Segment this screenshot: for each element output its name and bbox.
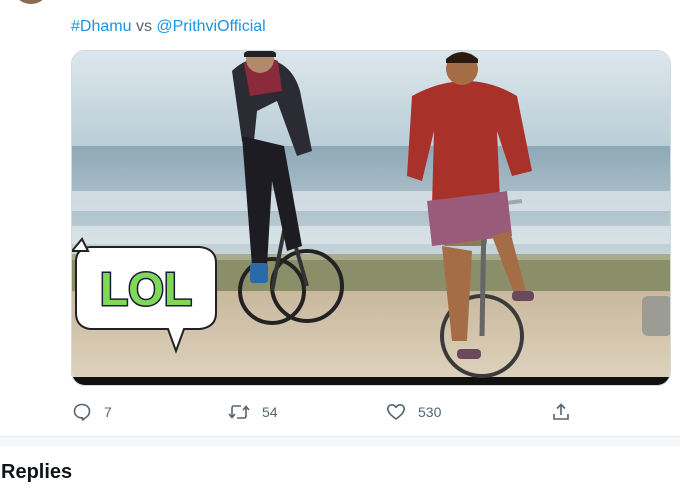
hashtag-link[interactable]: #Dhamu [71, 18, 131, 35]
tweet-media-image[interactable]: LOL [71, 50, 671, 386]
tweet-connector-text: vs [135, 18, 152, 35]
like-count: 530 [418, 404, 442, 420]
share-icon [553, 403, 569, 420]
like-button[interactable]: 530 [386, 398, 441, 426]
reply-count: 7 [104, 404, 112, 420]
tweet-actions: 7 54 530 [0, 398, 680, 426]
retweet-button[interactable]: 54 [228, 398, 278, 426]
heart-icon [387, 404, 405, 420]
mention-link[interactable]: @PrithviOfficial [156, 18, 265, 35]
reply-button[interactable]: 7 [72, 398, 112, 426]
share-button[interactable] [551, 398, 571, 426]
retweet-count: 54 [262, 404, 278, 420]
lol-sticker-text: LOL [100, 263, 192, 315]
tweet-text: #Dhamu vs @PrithviOfficial [71, 17, 266, 37]
retweet-icon [228, 405, 250, 419]
replies-heading: Replies [1, 461, 73, 483]
avatar[interactable] [16, 0, 46, 4]
section-divider [0, 436, 680, 446]
reply-icon [73, 403, 91, 421]
